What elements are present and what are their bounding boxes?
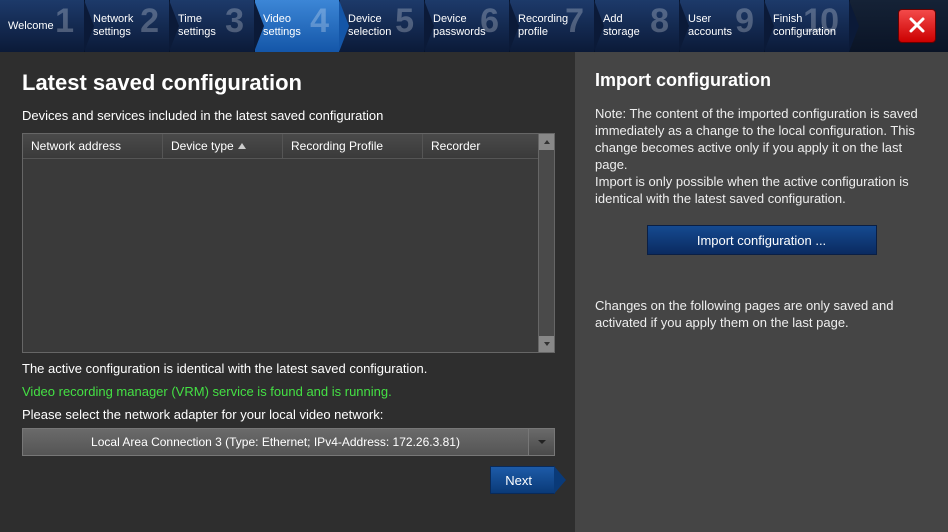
- changes-note: Changes on the following pages are only …: [595, 297, 928, 331]
- sort-asc-icon: [238, 143, 246, 149]
- next-button[interactable]: Next: [490, 466, 555, 494]
- step-label: Network settings: [93, 13, 133, 39]
- step-label: User accounts: [688, 13, 732, 39]
- step-label: Time settings: [178, 13, 216, 39]
- step-label: Video settings: [263, 13, 301, 39]
- wizard-step-bar: 1 Welcome 2 Network settings 3 Time sett…: [0, 0, 948, 52]
- step-label: Finish configuration: [773, 13, 836, 39]
- col-recording-profile[interactable]: Recording Profile: [283, 134, 423, 158]
- side-title: Import configuration: [595, 70, 928, 91]
- step-label: Device passwords: [433, 13, 486, 39]
- config-table: Network address Device type Recording Pr…: [22, 133, 555, 353]
- adapter-prompt: Please select the network adapter for yo…: [22, 407, 555, 422]
- page-subtitle: Devices and services included in the lat…: [22, 108, 555, 123]
- step-label: Device selection: [348, 13, 391, 39]
- step-5-device-selection[interactable]: 5 Device selection: [340, 0, 425, 52]
- step-label: Add storage: [603, 13, 640, 39]
- status-vrm-running: Video recording manager (VRM) service is…: [22, 384, 555, 399]
- status-config-identical: The active configuration is identical wi…: [22, 361, 555, 376]
- page-title: Latest saved configuration: [22, 70, 555, 96]
- import-note: Note: The content of the imported config…: [595, 105, 928, 207]
- step-6-device-passwords[interactable]: 6 Device passwords: [425, 0, 510, 52]
- step-label: Welcome: [8, 20, 54, 33]
- chevron-down-icon: [537, 435, 547, 450]
- col-recorder[interactable]: Recorder: [423, 134, 538, 158]
- scroll-down-button[interactable]: [539, 336, 554, 352]
- step-3-time-settings[interactable]: 3 Time settings: [170, 0, 255, 52]
- network-adapter-dropdown-button[interactable]: [529, 428, 555, 456]
- side-panel: Import configuration Note: The content o…: [575, 52, 948, 532]
- table-scrollbar[interactable]: [538, 134, 554, 352]
- step-9-user-accounts[interactable]: 9 User accounts: [680, 0, 765, 52]
- step-2-network-settings[interactable]: 2 Network settings: [85, 0, 170, 52]
- table-body: [23, 159, 538, 352]
- step-label: Recording profile: [518, 13, 568, 39]
- col-network-address[interactable]: Network address: [23, 134, 163, 158]
- close-button[interactable]: [898, 9, 936, 43]
- step-8-add-storage[interactable]: 8 Add storage: [595, 0, 680, 52]
- import-configuration-button[interactable]: Import configuration ...: [647, 225, 877, 255]
- col-device-type[interactable]: Device type: [163, 134, 283, 158]
- scroll-track[interactable]: [539, 150, 554, 336]
- main-panel: Latest saved configuration Devices and s…: [0, 52, 575, 532]
- step-1-welcome[interactable]: 1 Welcome: [0, 0, 85, 52]
- step-7-recording-profile[interactable]: 7 Recording profile: [510, 0, 595, 52]
- network-adapter-select[interactable]: Local Area Connection 3 (Type: Ethernet;…: [22, 428, 529, 456]
- step-4-video-settings[interactable]: 4 Video settings: [255, 0, 340, 52]
- close-icon: [907, 15, 927, 38]
- scroll-up-button[interactable]: [539, 134, 554, 150]
- table-header-row: Network address Device type Recording Pr…: [23, 134, 538, 159]
- step-10-finish-configuration[interactable]: 10 Finish configuration: [765, 0, 850, 52]
